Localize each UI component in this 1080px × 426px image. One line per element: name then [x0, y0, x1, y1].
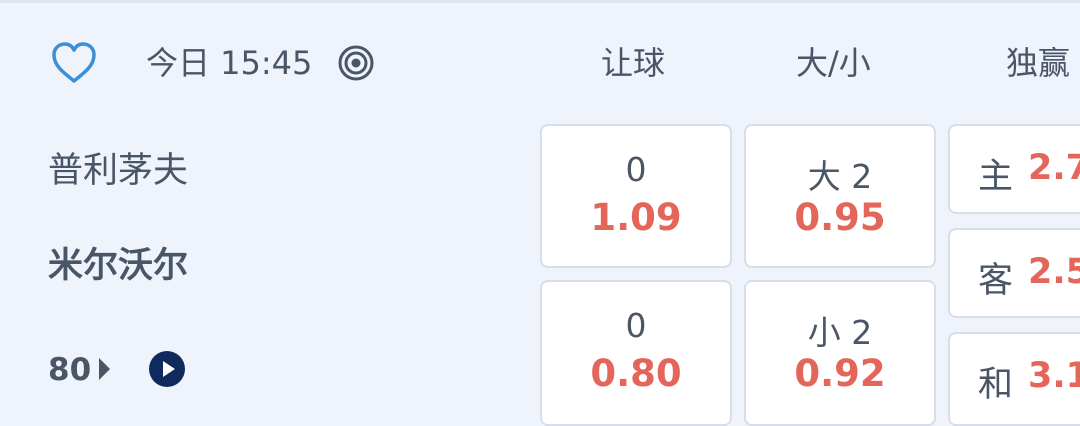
odds-value: 0.95: [794, 196, 886, 239]
favorite-button[interactable]: [50, 40, 98, 86]
moneyline-away-odds[interactable]: 客 2.5: [948, 228, 1080, 318]
handicap-line: 0: [625, 150, 647, 189]
column-header-moneyline: 独赢: [1006, 44, 1071, 82]
handicap-line: 0: [625, 306, 647, 345]
moneyline-draw-odds[interactable]: 和 3.1: [948, 332, 1080, 426]
odds-value: 2.5: [1028, 252, 1080, 292]
handicap-away-odds[interactable]: 0 0.80: [540, 280, 732, 426]
live-video-button[interactable]: [148, 350, 186, 388]
play-circle-icon: [149, 351, 185, 387]
odds-value: 0.92: [794, 352, 886, 395]
column-header-total: 大/小: [796, 44, 871, 82]
moneyline-label: 和: [978, 365, 1014, 405]
moneyline-home-odds[interactable]: 主 2.7: [948, 124, 1080, 214]
handicap-home-odds[interactable]: 0 1.09: [540, 124, 732, 268]
odds-value: 2.7: [1028, 148, 1080, 188]
away-team-name: 米尔沃尔: [48, 246, 189, 286]
odds-value: 0.80: [590, 352, 682, 395]
moneyline-label: 客: [978, 261, 1014, 301]
moneyline-label: 主: [978, 157, 1014, 197]
target-icon: [338, 45, 374, 81]
total-under-odds[interactable]: 小 2 0.92: [744, 280, 936, 426]
odds-value: 1.09: [590, 196, 682, 239]
match-time: 今日 15:45: [146, 44, 313, 82]
divider: [0, 0, 1080, 3]
live-stats-button[interactable]: [337, 44, 375, 82]
match-card: 今日 15:45 让球 大/小 独赢 普利茅夫 米尔沃尔 80 0 1.09 0…: [0, 0, 1080, 426]
total-line: 大 2: [807, 157, 873, 196]
total-line: 小 2: [807, 313, 873, 352]
caret-right-icon: [99, 358, 110, 380]
column-header-handicap: 让球: [601, 44, 666, 82]
match-minute: 80: [48, 352, 92, 388]
heart-outline-icon: [52, 42, 96, 83]
total-over-odds[interactable]: 大 2 0.95: [744, 124, 936, 268]
home-team-name: 普利茅夫: [48, 151, 189, 191]
odds-value: 3.1: [1028, 356, 1080, 396]
